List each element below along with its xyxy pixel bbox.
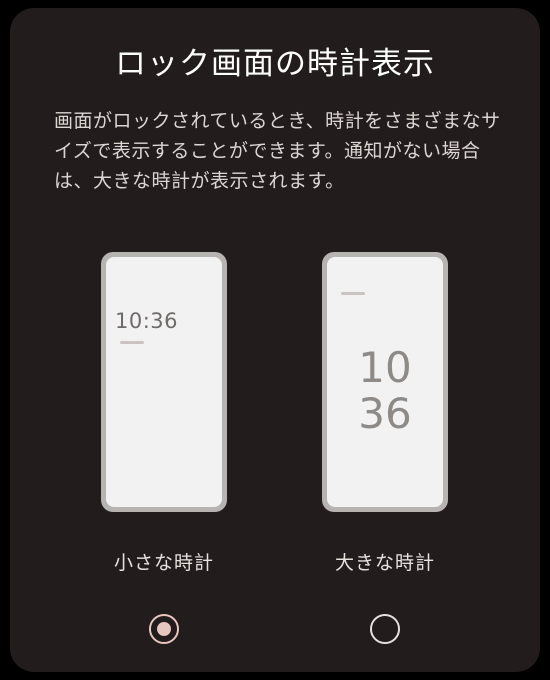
small-clock-option[interactable]: 10:36 小さな時計 — [77, 252, 277, 652]
large-clock-label: 大きな時計 — [334, 552, 435, 574]
large-clock-minute: 36 — [358, 389, 412, 438]
small-clock-preview[interactable]: 10:36 — [101, 252, 227, 512]
phone-screen: 10 36 — [327, 257, 443, 507]
small-clock-label: 小さな時計 — [113, 552, 214, 574]
large-clock-radio[interactable] — [370, 614, 400, 644]
lock-screen-clock-dialog: ロック画面の時計表示 画面がロックされているとき、時計をさまざまなサイズで表示す… — [10, 8, 540, 672]
radio-selected-dot — [157, 622, 171, 636]
notification-bar — [341, 292, 365, 295]
large-clock-option[interactable]: 10 36 大きな時計 — [298, 252, 498, 652]
dialog-title: ロック画面の時計表示 — [115, 46, 435, 82]
large-clock-time: 10 36 — [327, 345, 443, 437]
notification-bar — [120, 341, 144, 344]
small-clock-time: 10:36 — [115, 309, 179, 333]
large-clock-hour: 10 — [358, 343, 412, 392]
dialog-description: 画面がロックされているとき、時計をさまざまなサイズで表示することができます。通知… — [54, 110, 501, 192]
phone-screen: 10:36 — [106, 257, 222, 507]
large-clock-preview[interactable]: 10 36 — [322, 252, 448, 512]
small-clock-radio[interactable] — [149, 614, 179, 644]
